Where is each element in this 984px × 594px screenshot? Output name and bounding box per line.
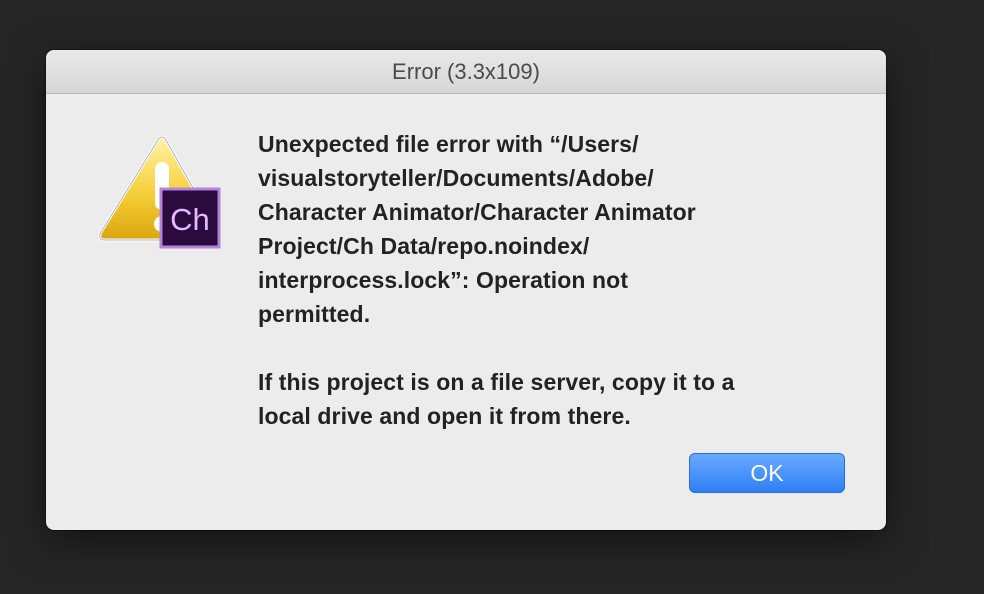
app-badge-label: Ch (170, 202, 210, 237)
ok-button[interactable]: OK (689, 453, 845, 493)
error-dialog: Error (3.3x109) Ch Unexpected file error… (46, 50, 886, 530)
dialog-icon: Ch (96, 132, 226, 257)
dialog-title: Error (3.3x109) (392, 59, 540, 84)
dialog-titlebar[interactable]: Error (3.3x109) (46, 50, 886, 94)
character-animator-app-icon: Ch (159, 187, 221, 249)
dialog-message: Unexpected file error with “/Users/ visu… (258, 127, 838, 433)
error-message: Unexpected file error with “/Users/ visu… (258, 131, 696, 327)
hint-message: If this project is on a file server, cop… (258, 369, 735, 429)
warning-icon: Ch (98, 135, 221, 249)
